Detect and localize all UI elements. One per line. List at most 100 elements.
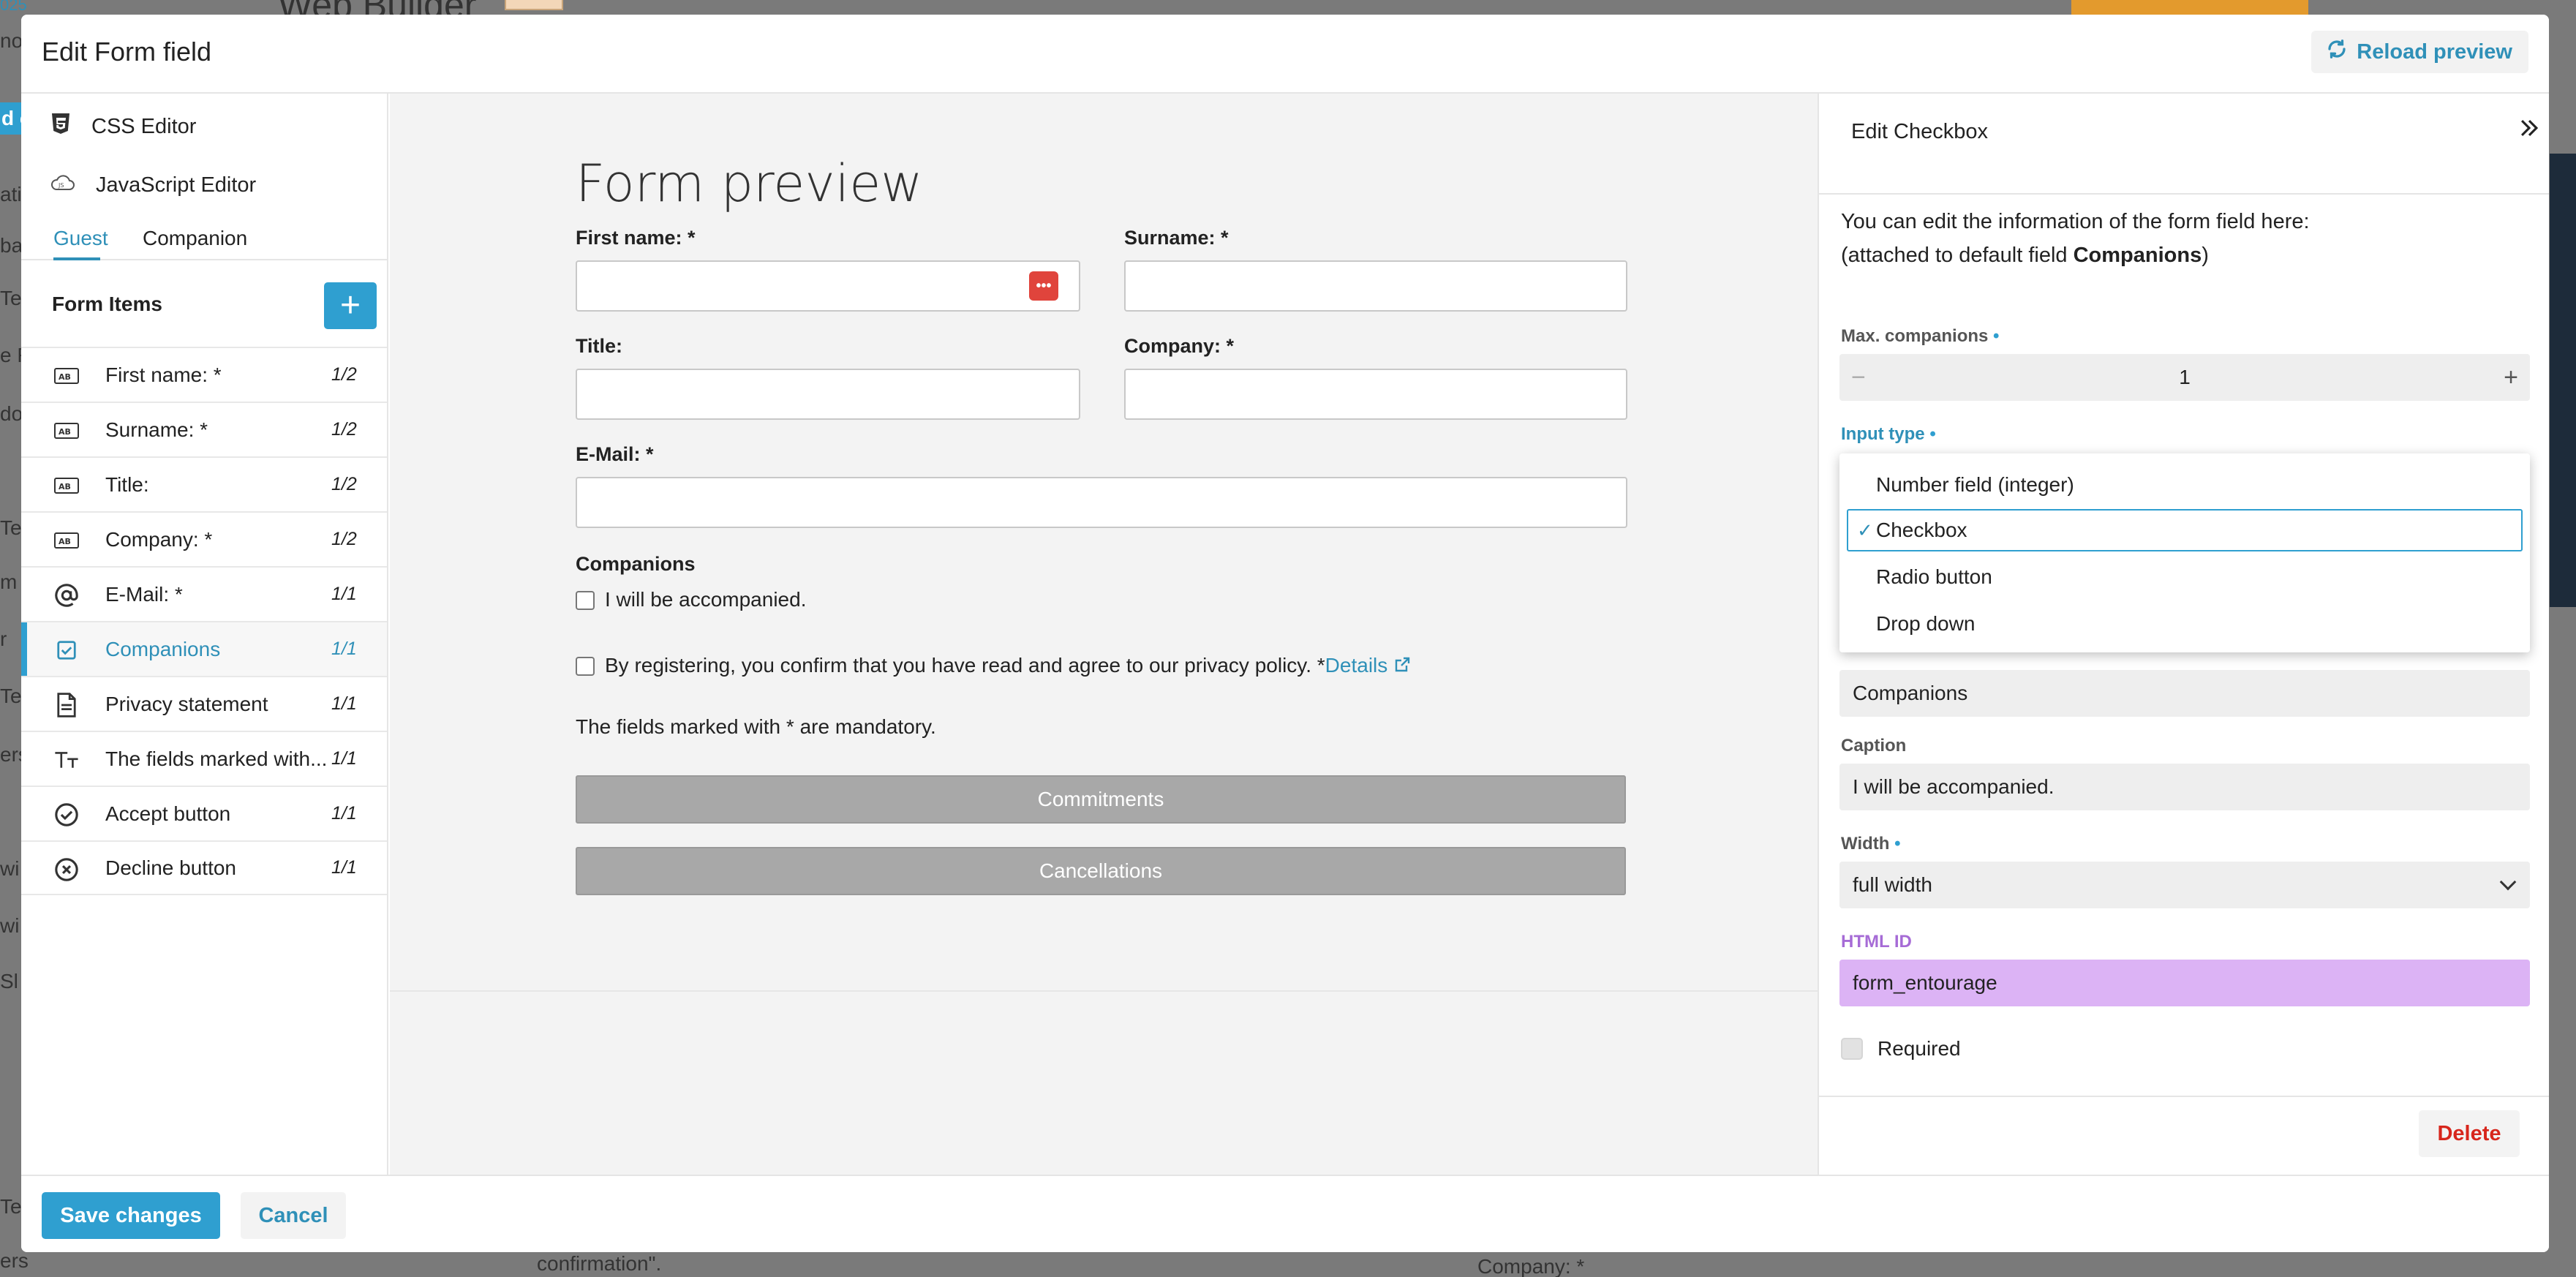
surname-input[interactable] [1124,260,1627,312]
form-item-label: Title: [105,472,149,496]
selection-indicator [21,622,27,676]
css-icon [50,112,71,141]
at-icon [53,584,80,607]
caption-input[interactable]: I will be accompanied. [1839,764,2530,810]
css-editor-label: CSS Editor [91,114,197,138]
background-fragment: Te [0,1195,22,1218]
chevron-down-icon [2499,873,2517,891]
form-item-accept-button[interactable]: Accept button 1/1 [21,786,387,840]
form-preview-area: Form preview First name: * ••• Surname: … [390,94,1839,1180]
svg-text:AB: AB [59,482,71,491]
privacy-checkbox[interactable] [576,657,595,676]
max-companions-stepper[interactable]: − 1 + [1839,354,2530,401]
form-item-company[interactable]: AB Company: * 1/2 [21,511,387,566]
width-select[interactable]: full width [1839,862,2530,908]
document-icon [53,693,80,717]
modal-header: Edit Form field Reload preview [21,15,2549,94]
form-item-label: First name: * [105,363,222,386]
form-item-size: 1/2 [331,364,357,385]
svg-text:AB: AB [59,537,71,546]
css-editor-link[interactable]: CSS Editor [50,108,196,145]
form-item-surname[interactable]: AB Surname: * 1/2 [21,402,387,456]
input-type-option-number[interactable]: Number field (integer) [1839,464,2530,506]
svg-text:AB: AB [59,427,71,437]
caption-label: Caption [1841,736,1907,756]
increment-button[interactable]: + [2504,363,2518,392]
tab-companion[interactable]: Companion [143,227,247,250]
form-item-size: 1/2 [331,419,357,440]
html-id-input[interactable]: form_entourage [1839,960,2530,1006]
javascript-editor-link[interactable]: JS JavaScript Editor [50,167,256,203]
form-item-title[interactable]: AB Title: 1/2 [21,456,387,511]
mandatory-note: The fields marked with * are mandatory. [576,715,936,738]
delete-button[interactable]: Delete [2419,1110,2520,1157]
title-input[interactable] [576,369,1080,420]
required-label: Required [1878,1037,1961,1060]
background-fragment: wi [0,857,20,880]
email-input[interactable] [576,477,1627,528]
commitments-button[interactable]: Commitments [576,775,1626,824]
active-tab-indicator [53,257,100,260]
preview-divider [390,990,1839,992]
input-type-option-dropdown[interactable]: Drop down [1839,603,2530,645]
form-item-privacy-statement[interactable]: Privacy statement 1/1 [21,676,387,731]
refresh-icon [2326,38,2348,66]
html-id-label: HTML ID [1841,932,1912,952]
decrement-button[interactable]: − [1851,363,1866,392]
companions-checkbox[interactable] [576,591,595,610]
external-link-icon[interactable] [1393,654,1411,677]
companions-checkbox-label: I will be accompanied. [605,588,807,611]
cancel-button[interactable]: Cancel [241,1192,346,1239]
input-type-option-radio[interactable]: Radio button [1839,556,2530,598]
modal-footer: Save changes Cancel [21,1175,2549,1252]
max-companions-label: Max. companions • [1841,326,2000,346]
form-item-email[interactable]: E-Mail: * 1/1 [21,566,387,621]
form-item-first-name[interactable]: AB First name: * 1/2 [21,347,387,402]
company-input[interactable] [1124,369,1627,420]
name-field[interactable]: Companions [1839,670,2530,717]
form-structure-panel: CSS Editor JS JavaScript Editor Guest Co… [21,94,388,1180]
javascript-editor-label: JavaScript Editor [96,173,257,197]
collapse-panel-icon[interactable] [2517,116,2542,146]
password-manager-icon[interactable]: ••• [1029,271,1058,301]
edit-checkbox-header: Edit Checkbox [1819,94,2549,195]
intro-attached-line: (attached to default field Companions) [1841,244,2209,267]
input-type-option-checkbox[interactable]: ✓ Checkbox [1847,509,2523,551]
input-type-dropdown: Number field (integer) ✓ Checkbox Radio … [1839,453,2530,652]
text-field-icon: AB [53,529,80,552]
form-preview-title: Form preview [576,154,923,214]
form-items-list: AB First name: * 1/2 AB Surname: * 1/2 A… [21,347,387,895]
form-item-size: 1/1 [331,638,357,659]
background-fragment: m [0,570,18,593]
edit-checkbox-title: Edit Checkbox [1851,120,1988,143]
first-name-input[interactable]: ••• [576,260,1080,312]
form-item-size: 1/2 [331,529,357,549]
form-item-size: 1/1 [331,748,357,769]
background-fragment: ba [0,234,23,257]
checkmark-icon: ✓ [1857,519,1873,541]
add-form-item-button[interactable]: + [324,282,377,329]
intro-line: You can edit the information of the form… [1841,210,2310,233]
save-changes-button[interactable]: Save changes [42,1192,220,1239]
form-item-label: Companions [105,637,221,660]
required-checkbox[interactable] [1841,1038,1863,1060]
form-item-companions[interactable]: Companions 1/1 [21,621,387,676]
first-name-label: First name: * [576,227,696,249]
cancellations-button[interactable]: Cancellations [576,847,1626,895]
tab-guest[interactable]: Guest [53,227,108,250]
required-toggle[interactable]: Required [1841,1037,1961,1061]
details-link[interactable]: Details [1325,654,1388,677]
edit-form-field-modal: Edit Form field Reload preview CSS Edito… [21,15,2549,1252]
form-item-label: The fields marked with... [105,747,328,770]
form-item-mandatory-note[interactable]: The fields marked with... 1/1 [21,731,387,786]
checkbox-icon [53,638,80,662]
background-fragment: ers [0,1249,29,1272]
reload-preview-button[interactable]: Reload preview [2311,31,2528,73]
form-item-size: 1/2 [331,474,357,494]
guest-companion-tabs: Guest Companion [21,218,387,260]
text-size-icon [53,748,80,772]
form-item-size: 1/1 [331,584,357,604]
form-item-decline-button[interactable]: Decline button 1/1 [21,840,387,895]
js-cloud-icon: JS [50,173,75,197]
form-item-label: Company: * [105,527,213,551]
